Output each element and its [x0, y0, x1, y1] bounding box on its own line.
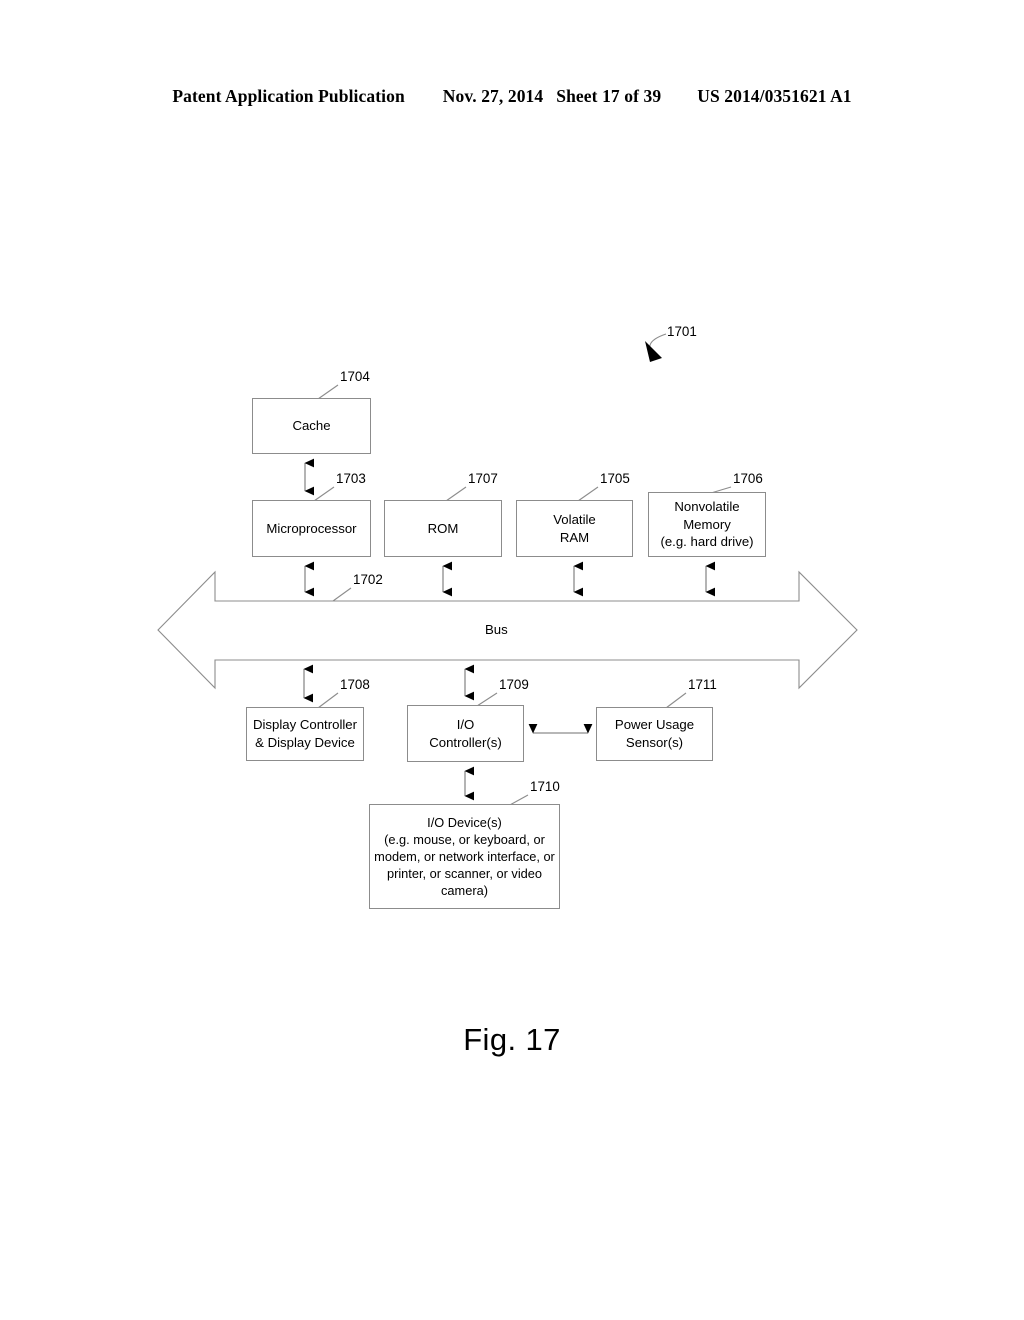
node-nonvolatile-memory: Nonvolatile Memory (e.g. hard drive): [648, 492, 766, 557]
leader-1703: [313, 486, 335, 502]
leader-1708: [317, 692, 339, 709]
leader-1707: [445, 486, 467, 502]
reference-numeral-1711: 1711: [688, 677, 717, 692]
reference-numeral-1707: 1707: [468, 471, 498, 486]
node-volatile-ram: Volatile RAM: [516, 500, 633, 557]
node-display-controller: Display Controller & Display Device: [246, 707, 364, 761]
diagram-vector-layer: [157, 333, 858, 807]
reference-numeral-1705: 1705: [600, 471, 630, 486]
reference-numeral-1710: 1710: [530, 779, 560, 794]
reference-numeral-1709: 1709: [499, 677, 529, 692]
node-cache: Cache: [252, 398, 371, 454]
leader-1705: [577, 486, 599, 502]
reference-numeral-1702: 1702: [353, 572, 383, 587]
leader-1702: [332, 587, 352, 602]
reference-numeral-1703: 1703: [336, 471, 366, 486]
leader-1704: [317, 384, 339, 400]
bus-label: Bus: [485, 622, 508, 637]
reference-numeral-1704: 1704: [340, 369, 370, 384]
reference-numeral-1701: 1701: [667, 324, 697, 339]
figure-drawing-area: Cache Microprocessor ROM Volatile RAM No…: [0, 0, 1024, 1320]
reference-numeral-1706: 1706: [733, 471, 763, 486]
leader-1711: [665, 692, 687, 709]
node-io-devices: I/O Device(s) (e.g. mouse, or keyboard, …: [369, 804, 560, 909]
node-rom: ROM: [384, 500, 502, 557]
system-pointer-1701: [645, 333, 667, 362]
reference-numeral-1708: 1708: [340, 677, 370, 692]
node-power-usage-sensor: Power Usage Sensor(s): [596, 707, 713, 761]
node-io-controller: I/O Controller(s): [407, 705, 524, 762]
figure-caption: Fig. 17: [463, 1022, 561, 1057]
node-microprocessor: Microprocessor: [252, 500, 371, 557]
